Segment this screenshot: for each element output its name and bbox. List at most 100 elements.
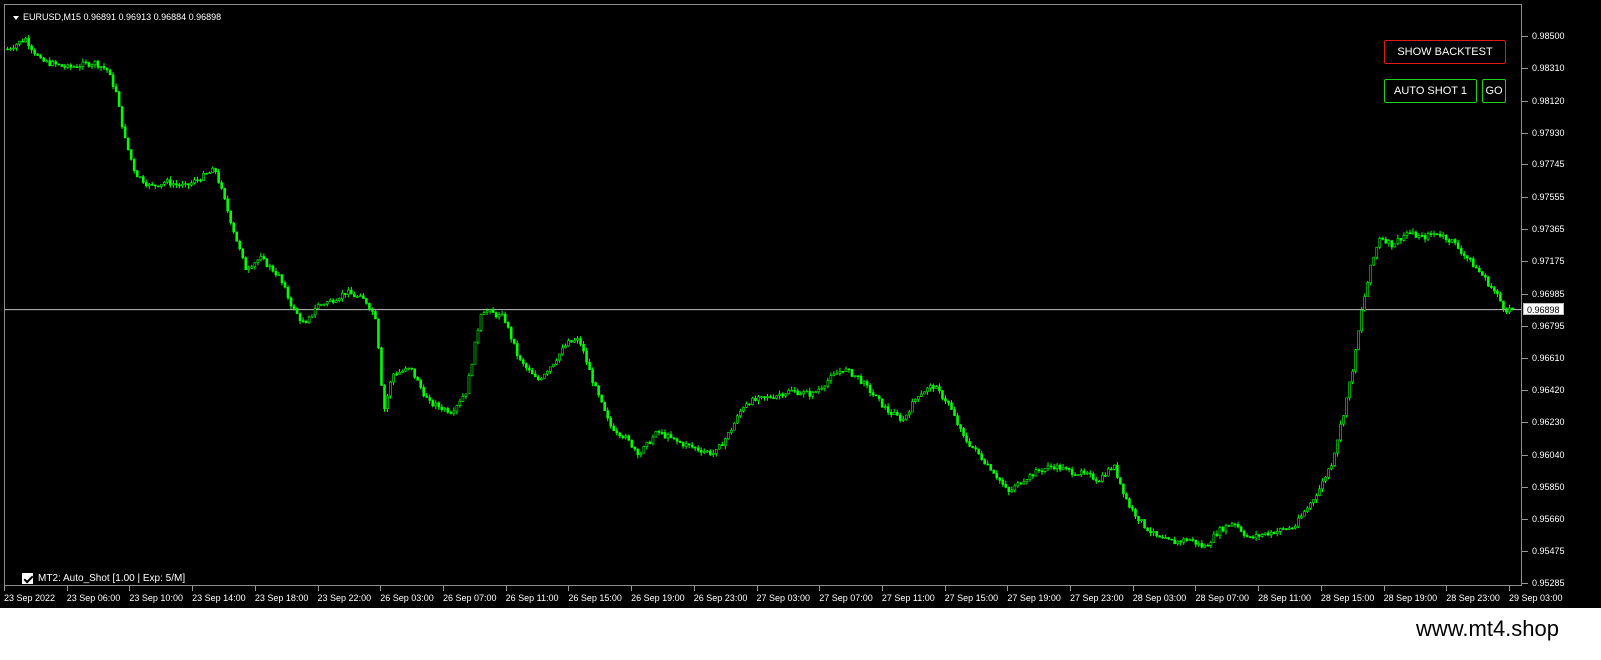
candle-body — [769, 396, 772, 398]
candle-body — [1417, 235, 1421, 238]
candle-body — [1028, 474, 1032, 480]
go-button[interactable]: GO — [1482, 79, 1506, 103]
candle-body — [247, 267, 251, 271]
candle-body — [998, 477, 1002, 481]
show-backtest-button[interactable]: SHOW BACKTEST — [1384, 40, 1506, 64]
candle-body — [1468, 257, 1472, 260]
candle-body — [434, 402, 438, 407]
time-label: 23 Sep 06:00 — [66, 593, 121, 603]
candle-body — [787, 390, 790, 395]
candle-body — [1378, 238, 1382, 248]
candle-body — [675, 438, 679, 442]
price-label: 0.95660 — [1532, 514, 1565, 525]
candle-body — [1260, 534, 1264, 537]
candle-body — [340, 293, 344, 299]
candle-body — [524, 363, 528, 369]
candle-body — [1203, 544, 1207, 548]
candle-body — [223, 188, 226, 200]
auto-shot-button[interactable]: AUTO SHOT 1 — [1384, 79, 1477, 103]
candle-body — [666, 434, 670, 439]
time-tick — [192, 586, 194, 591]
candle-body — [389, 381, 392, 397]
price-tick — [1522, 68, 1528, 70]
candle-body — [868, 384, 872, 393]
candle-body — [609, 417, 613, 427]
price-label: 0.97175 — [1532, 256, 1565, 267]
candle-body — [796, 390, 800, 396]
candle-body — [184, 183, 187, 185]
candle-body — [820, 387, 824, 390]
candle-body — [42, 57, 46, 62]
candle-body — [12, 47, 15, 50]
candle-body — [775, 395, 778, 399]
candle-body — [1511, 307, 1514, 310]
candle-body — [1055, 464, 1059, 470]
time-label: 23 Sep 22:00 — [317, 593, 372, 603]
time-axis[interactable]: 23 Sep 2022 23 Sep 06:00 23 Sep 10:00 23 Se… — [0, 586, 1601, 608]
candle-body — [1094, 479, 1098, 482]
candle-body — [485, 310, 489, 313]
candle-body — [217, 171, 220, 183]
candle-body — [705, 450, 709, 453]
candle-body — [129, 149, 133, 160]
candle-body — [681, 442, 685, 447]
candle-body — [654, 431, 658, 438]
candle-body — [446, 407, 450, 413]
candle-body — [1471, 258, 1475, 268]
candle-body — [141, 176, 145, 183]
candle-body — [1227, 525, 1231, 527]
candle-body — [923, 391, 926, 395]
candle-body — [428, 397, 432, 401]
price-tick — [1522, 196, 1528, 198]
candle-body — [229, 210, 232, 224]
triangle-down-icon[interactable] — [13, 15, 19, 20]
candle-body — [371, 309, 374, 312]
candle-body — [1185, 538, 1189, 541]
candle-body — [410, 367, 413, 370]
candle-body — [1360, 309, 1363, 332]
candle-body — [911, 401, 914, 413]
candle-body — [645, 441, 649, 447]
candle-body — [1363, 296, 1367, 311]
candle-body — [748, 403, 751, 406]
candlestick-plot — [5, 34, 1521, 549]
candle-body — [33, 49, 36, 55]
candle-body — [1122, 483, 1125, 495]
checkbox-icon[interactable] — [22, 573, 33, 584]
price-tick — [1522, 229, 1528, 231]
candle-body — [1478, 267, 1481, 273]
time-tick — [254, 586, 256, 591]
candle-body — [413, 368, 416, 378]
chart-area[interactable]: EURUSD,M15 0.96891 0.96913 0.96884 0.968… — [4, 4, 1522, 586]
candle-body — [1459, 248, 1463, 254]
candle-body — [84, 61, 88, 64]
candle-body — [1414, 231, 1418, 238]
candle-body — [1269, 531, 1273, 536]
candle-body — [452, 410, 456, 414]
candle-body — [877, 395, 881, 400]
price-label: 0.96985 — [1532, 288, 1565, 299]
price-tick — [1522, 326, 1528, 328]
candle-body — [479, 314, 483, 331]
candle-body — [1278, 528, 1282, 532]
candle-body — [1110, 468, 1113, 471]
candle-body — [304, 321, 308, 324]
time-label: 26 Sep 03:00 — [380, 593, 434, 603]
candle-body — [956, 415, 959, 426]
candle-body — [1206, 544, 1210, 547]
candle-body — [1164, 537, 1167, 539]
candle-body — [368, 303, 371, 310]
candle-body — [1291, 527, 1294, 530]
candle-body — [518, 355, 522, 361]
price-axis[interactable]: 0.98500 0.98310 0.98120 0.97930 0.97745 0.975… — [1522, 4, 1601, 588]
candle-body — [594, 382, 597, 387]
candle-body — [1257, 534, 1261, 537]
candle-body — [950, 402, 953, 410]
candle-body — [1073, 474, 1077, 476]
candle-body — [829, 375, 833, 382]
price-tick — [1522, 583, 1528, 584]
candle-body — [181, 184, 184, 187]
candle-body — [1170, 538, 1173, 541]
candle-body — [359, 295, 362, 298]
candle-body — [784, 393, 787, 397]
